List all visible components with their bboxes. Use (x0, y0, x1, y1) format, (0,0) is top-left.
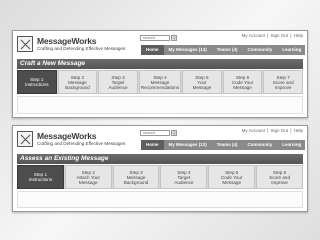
section-title: Assess an Existing Message (17, 154, 303, 164)
logo-tagline: Crafting and Defending Effective Message… (37, 141, 126, 146)
step-tab[interactable]: Step 5 Your Message (182, 70, 222, 94)
step-tab[interactable]: Step 7 Score and Improve (263, 70, 303, 94)
main-nav: Home My Messages (13) Teams (4) Communit… (141, 140, 305, 150)
step-tabs: Step 1 Instructions Step 2 Message Backg… (17, 70, 303, 94)
logo-name: MessageWorks (37, 131, 97, 141)
step-tab[interactable]: Step 6 Code Your Message (222, 70, 263, 94)
content-area (17, 96, 303, 114)
search-input[interactable]: search (140, 130, 170, 136)
nav-my-messages[interactable]: My Messages (13) (164, 45, 212, 55)
content-area (17, 191, 303, 208)
craft-message-panel: My Account | Sign Out | Help search Q Me… (12, 30, 308, 118)
step-tab[interactable]: Step 1 Instructions (17, 70, 57, 94)
search-icon[interactable]: Q (171, 130, 177, 136)
help-link[interactable]: Help (294, 128, 303, 133)
sign-out-link[interactable]: Sign Out (271, 128, 289, 133)
sign-out-link[interactable]: Sign Out (271, 33, 289, 38)
logo: MessageWorks Crafting and Defending Effe… (17, 36, 137, 56)
logo-tagline: Crafting and Defending Effective Message… (37, 46, 126, 51)
nav-teams[interactable]: Teams (4) (212, 45, 243, 55)
step-tab[interactable]: Step 4 Target Audience (160, 165, 208, 189)
logo-icon (17, 131, 33, 147)
step-tab[interactable]: Step 6 Score and Improve (256, 165, 303, 189)
step-tab[interactable]: Step 4 Message Recommendations (138, 70, 182, 94)
nav-teams[interactable]: Teams (4) (212, 140, 243, 150)
step-tab[interactable]: Step 2 Message Background (57, 70, 98, 94)
assess-message-panel: My Account | Sign Out | Help search Q Me… (12, 125, 308, 212)
nav-learning[interactable]: Learning (277, 45, 306, 55)
step-tab[interactable]: Step 2 Attach Your Message (64, 165, 112, 189)
my-account-link[interactable]: My Account (242, 33, 265, 38)
logo-name: MessageWorks (37, 36, 97, 46)
nav-my-messages[interactable]: My Messages (13) (164, 140, 212, 150)
step-tab[interactable]: Step 3 Message Background (112, 165, 160, 189)
step-tab[interactable]: Step 3 Target Audience (98, 70, 138, 94)
nav-community[interactable]: Community (242, 45, 277, 55)
section-title: Craft a New Message (17, 59, 303, 69)
nav-home[interactable]: Home (141, 45, 164, 55)
account-links: My Account | Sign Out | Help (241, 33, 303, 38)
nav-learning[interactable]: Learning (277, 140, 306, 150)
step-tab[interactable]: Step 5 Code Your Message (208, 165, 256, 189)
my-account-link[interactable]: My Account (242, 128, 265, 133)
logo-icon (17, 36, 33, 52)
step-tabs: Step 1 Instructions Step 2 Attach Your M… (17, 165, 303, 189)
nav-home[interactable]: Home (141, 140, 164, 150)
search-input[interactable]: search (140, 35, 170, 41)
logo: MessageWorks Crafting and Defending Effe… (17, 131, 137, 151)
account-links: My Account | Sign Out | Help (241, 128, 303, 133)
help-link[interactable]: Help (294, 33, 303, 38)
main-nav: Home My Messages (13) Teams (4) Communit… (141, 45, 305, 55)
search-icon[interactable]: Q (171, 35, 177, 41)
nav-community[interactable]: Community (242, 140, 277, 150)
step-tab[interactable]: Step 1 Instructions (17, 165, 64, 189)
